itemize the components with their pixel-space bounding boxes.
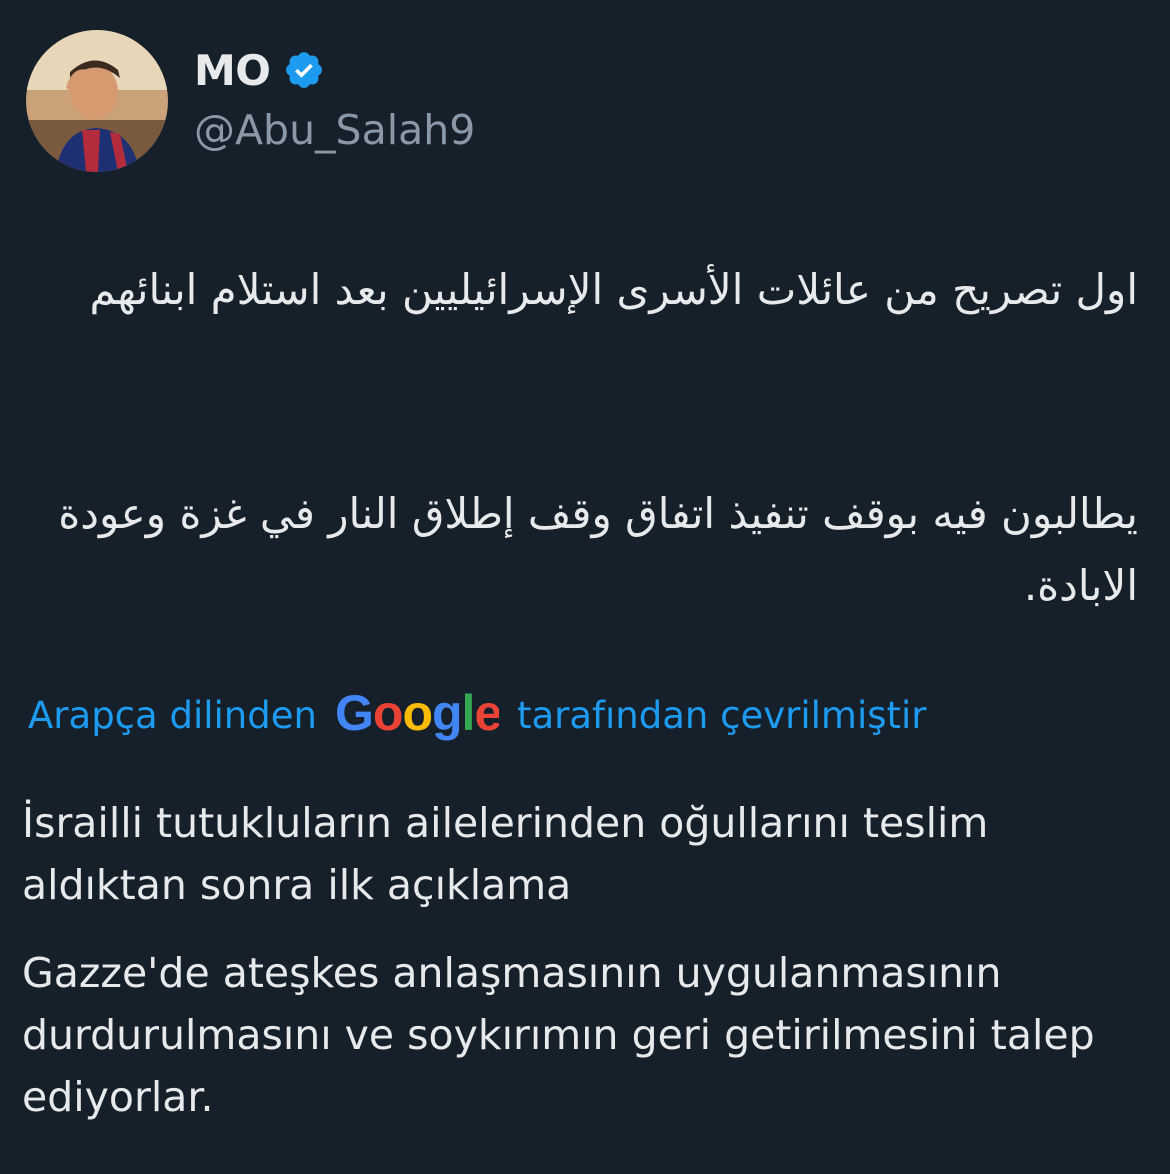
translated-text-paragraph-1: İsrailli tutukluların ailelerinden oğull… bbox=[22, 799, 989, 909]
translation-prefix: Arapça dilinden bbox=[28, 693, 317, 737]
avatar-image bbox=[26, 30, 168, 172]
svg-text:Google: Google bbox=[335, 688, 499, 741]
translation-attribution-link[interactable]: Arapça dilinden Google tarafından çevril… bbox=[28, 685, 927, 742]
tweet-text-arabic-paragraph-1: اول تصريح من عائلات الأسرى الإسرائيليين … bbox=[89, 265, 1138, 314]
author-handle[interactable]: @Abu_Salah9 bbox=[194, 106, 475, 154]
translation-suffix: tarafından çevrilmiştir bbox=[516, 693, 927, 737]
tweet-card: MO @Abu_Salah9 اول تصريح من عائلات الأسر… bbox=[0, 0, 1170, 1174]
verified-badge-icon[interactable] bbox=[283, 49, 325, 91]
google-logo-icon: Google bbox=[335, 685, 502, 742]
translated-text-paragraph-2: Gazze'de ateşkes anlaşmasının uygulanmas… bbox=[22, 949, 1095, 1121]
user-avatar-photo[interactable] bbox=[26, 30, 168, 172]
tweet-text-arabic-paragraph-2: يطالبون فيه بوقف تنفيذ اتفاق وقف إطلاق ا… bbox=[58, 489, 1138, 610]
author-name-row: MO bbox=[194, 40, 325, 100]
author-display-name[interactable]: MO bbox=[194, 46, 271, 95]
